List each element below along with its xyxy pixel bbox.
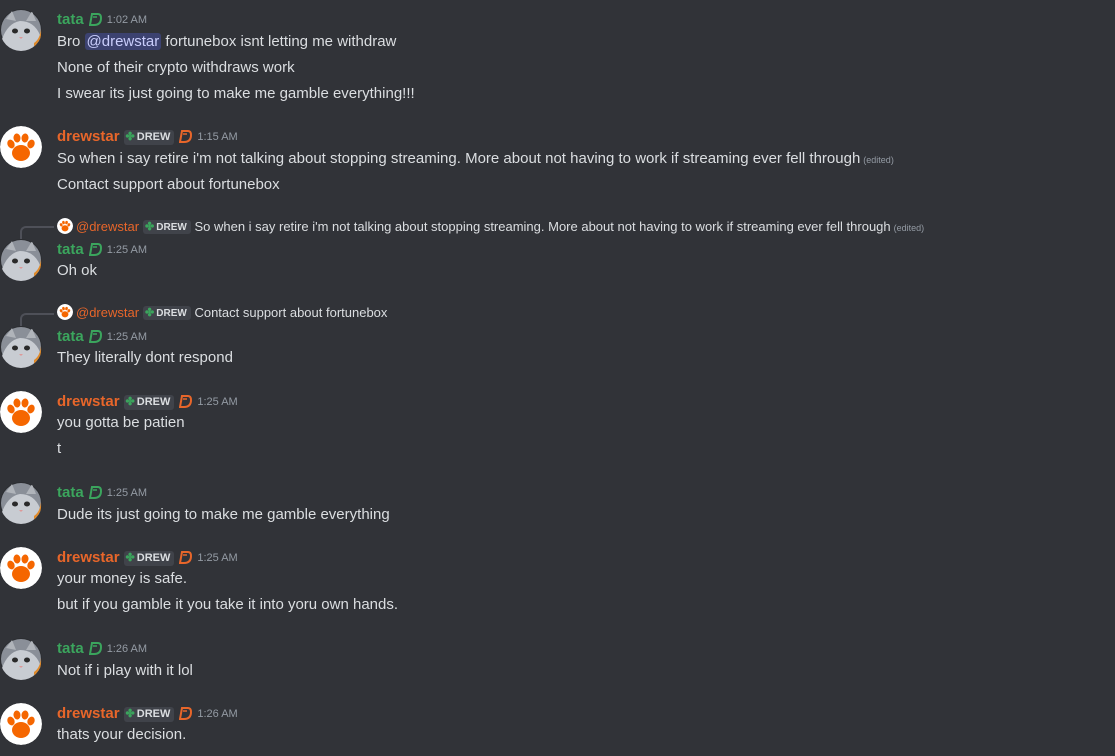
guild-tag: ✤ DREW (143, 306, 191, 320)
avatar-drewstar[interactable] (0, 547, 42, 589)
message-header: tata 1:26 AM (57, 639, 147, 659)
nitro-badge-icon (179, 129, 193, 143)
username[interactable]: tata (57, 328, 84, 345)
avatar-drewstar[interactable] (0, 391, 42, 433)
message-line: but if you gamble it you take it into yo… (57, 596, 399, 613)
message-header: drewstar ✤ DREW 1:26 AM (57, 704, 238, 724)
message-line: Dude its just going to make me gamble ev… (57, 506, 390, 523)
message-header: tata 1:02 AM (57, 10, 147, 30)
clover-icon: ✤ (125, 552, 135, 564)
reply-text: Contact support about fortunebox (194, 305, 388, 320)
reply-username: @drewstar (76, 219, 140, 234)
reply-spine (20, 226, 54, 239)
timestamp: 1:15 AM (197, 131, 238, 143)
message-line: t (57, 440, 62, 457)
message-line: Oh ok (57, 262, 98, 279)
timestamp: 1:25 AM (106, 487, 148, 499)
clover-icon: ✤ (145, 307, 155, 319)
reply-preview[interactable]: @drewstar ✤ DREW So when i say retire i'm … (57, 218, 924, 236)
clover-icon: ✤ (125, 708, 135, 720)
guild-tag[interactable]: ✤ DREW (123, 551, 175, 566)
reply-text: So when i say retire i'm not talking abo… (194, 219, 891, 234)
guild-tag: ✤ DREW (143, 220, 191, 234)
reply-avatar (57, 218, 73, 234)
message-line: They literally dont respond (57, 349, 233, 366)
edited-label: (edited) (863, 155, 894, 165)
message-line: I swear its just going to make me gamble… (57, 85, 415, 102)
reply-avatar (57, 304, 73, 320)
username[interactable]: tata (57, 484, 84, 501)
message-line: you gotta be patien (57, 414, 185, 431)
nitro-badge-icon (179, 706, 193, 720)
message-line: Contact support about fortunebox (57, 176, 280, 193)
username[interactable]: tata (57, 11, 84, 28)
guild-tag[interactable]: ✤ DREW (123, 130, 175, 145)
message-header: tata 1:25 AM (57, 240, 147, 260)
avatar-drewstar[interactable] (0, 126, 42, 168)
username[interactable]: drewstar (57, 393, 120, 410)
username[interactable]: drewstar (57, 128, 120, 145)
avatar-tata[interactable] (0, 482, 42, 524)
edited-label: (edited) (893, 223, 925, 233)
username[interactable]: drewstar (57, 705, 120, 722)
timestamp: 1:25 AM (197, 396, 238, 408)
message-line: Bro @drewstar fortunebox isnt letting me… (57, 33, 397, 50)
nitro-badge-icon (179, 394, 193, 408)
message-header: drewstar ✤ DREW 1:15 AM (57, 127, 238, 147)
reply-spine (20, 313, 54, 326)
username[interactable]: tata (57, 640, 84, 657)
clover-icon: ✤ (125, 131, 135, 143)
timestamp: 1:26 AM (197, 708, 238, 720)
nitro-badge-icon (88, 485, 102, 499)
message-line: None of their crypto withdraws work (57, 59, 295, 76)
avatar-tata[interactable] (0, 326, 42, 368)
user-mention[interactable]: @drewstar (84, 33, 162, 50)
nitro-badge-icon (88, 641, 102, 655)
message-line: Not if i play with it lol (57, 662, 193, 679)
reply-preview[interactable]: @drewstar ✤ DREW Contact support about for… (57, 304, 387, 322)
message-header: drewstar ✤ DREW 1:25 AM (57, 392, 238, 412)
avatar-tata[interactable] (0, 638, 42, 680)
message-header: tata 1:25 AM (57, 483, 147, 503)
clover-icon: ✤ (145, 221, 155, 233)
guild-tag[interactable]: ✤ DREW (123, 707, 175, 722)
message-line: So when i say retire i'm not talking abo… (57, 150, 894, 167)
message-line: your money is safe. (57, 570, 188, 587)
guild-tag[interactable]: ✤ DREW (123, 395, 175, 410)
message-header: tata 1:25 AM (57, 327, 147, 347)
username[interactable]: drewstar (57, 549, 120, 566)
message-line: thats your decision. (57, 726, 187, 743)
clover-icon: ✤ (125, 396, 135, 408)
timestamp: 1:26 AM (106, 643, 148, 655)
timestamp: 1:25 AM (106, 331, 148, 343)
timestamp: 1:25 AM (197, 552, 238, 564)
username[interactable]: tata (57, 241, 84, 258)
avatar-drewstar[interactable] (0, 703, 42, 745)
timestamp: 1:02 AM (106, 14, 148, 26)
reply-username: @drewstar (76, 305, 140, 320)
nitro-badge-icon (88, 242, 102, 256)
nitro-badge-icon (88, 329, 102, 343)
message-header: drewstar ✤ DREW 1:25 AM (57, 548, 238, 568)
timestamp: 1:25 AM (106, 244, 148, 256)
avatar-tata[interactable] (0, 239, 42, 281)
avatar-tata[interactable] (0, 9, 42, 51)
nitro-badge-icon (88, 12, 102, 26)
nitro-badge-icon (179, 550, 193, 564)
